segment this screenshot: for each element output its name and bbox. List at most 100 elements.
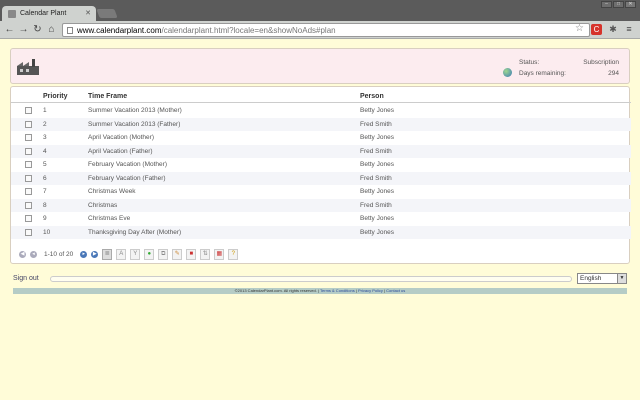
table-row[interactable]: 3 April Vacation (Mother) Betty Jones <box>11 131 631 145</box>
column-person[interactable]: Person <box>360 93 560 100</box>
new-tab-button[interactable] <box>96 9 118 18</box>
time-frame-cell: April Vacation (Father) <box>88 147 153 155</box>
next-page-icon[interactable]: ▸ <box>80 250 88 258</box>
privacy-link[interactable]: Privacy Policy <box>358 288 383 293</box>
person-cell: Betty Jones <box>360 215 394 223</box>
reload-icon[interactable]: ↻ <box>32 24 43 35</box>
days-remaining-value: 294 <box>608 70 619 77</box>
column-time-frame[interactable]: Time Frame <box>88 93 360 100</box>
table-row[interactable]: 9 Christmas Eve Betty Jones <box>11 212 631 226</box>
edit-icon[interactable]: ✎ <box>172 248 183 260</box>
row-checkbox[interactable] <box>25 201 32 209</box>
table-row[interactable]: 1 Summer Vacation 2013 (Mother) Betty Jone… <box>11 104 631 118</box>
time-frame-cell: Christmas <box>88 201 118 209</box>
person-cell: Fred Smith <box>360 201 392 209</box>
copyright-text: ©2013 CalendarPlant.com. All rights rese… <box>234 288 317 293</box>
header-panel: Status: Subscription Days remaining: 294 <box>10 48 630 84</box>
column-priority[interactable]: Priority <box>43 93 88 100</box>
close-window-button[interactable]: ✕ <box>625 1 636 8</box>
person-cell: Betty Jones <box>360 134 394 142</box>
table-row[interactable]: 5 February Vacation (Mother) Betty Jones <box>11 158 631 172</box>
extension-puzzle-icon[interactable]: ✱ <box>608 24 618 35</box>
row-checkbox[interactable] <box>25 120 32 128</box>
contact-link[interactable]: Contact us <box>386 288 405 293</box>
priority-cell: 10 <box>43 228 51 236</box>
table-row[interactable]: 2 Summer Vacation 2013 (Father) Fred Smith <box>11 117 631 131</box>
calendar-icon[interactable]: ▦ <box>214 248 225 260</box>
time-frame-cell: Summer Vacation 2013 (Father) <box>88 120 181 128</box>
add-icon[interactable]: ● <box>144 248 155 260</box>
priority-cell: 5 <box>43 161 47 169</box>
prev-page-icon[interactable]: ◂ <box>30 250 37 258</box>
back-icon[interactable]: ← <box>4 24 15 35</box>
extension-icon[interactable]: C <box>591 24 602 35</box>
pager: ◀ ◂ 1-10 of 20 ▸ ▶ ≣ A Y ● ⧉ ✎ ■ ⇅ ▦ ? <box>11 247 631 261</box>
person-cell: Fred Smith <box>360 174 392 182</box>
table-row[interactable]: 8 Christmas Fred Smith <box>11 198 631 212</box>
table-row[interactable]: 4 April Vacation (Father) Fred Smith <box>11 144 631 158</box>
row-checkbox[interactable] <box>25 174 32 182</box>
footer-bar: ©2013 CalendarPlant.com. All rights rese… <box>13 288 627 294</box>
forward-icon[interactable]: → <box>18 24 29 35</box>
delete-icon[interactable]: ■ <box>186 248 197 260</box>
globe-icon <box>503 68 512 77</box>
first-page-icon[interactable]: ◀ <box>19 250 26 258</box>
move-icon[interactable]: ⇅ <box>200 248 211 260</box>
row-checkbox[interactable] <box>25 107 32 115</box>
terms-link[interactable]: Terms & Conditions <box>320 288 355 293</box>
row-checkbox[interactable] <box>25 215 32 223</box>
factory-logo-icon <box>17 59 39 75</box>
status-label: Status: <box>519 59 540 66</box>
favicon-icon <box>8 9 16 18</box>
page-icon <box>67 27 73 34</box>
url-host: www.calendarplant.com <box>77 25 162 35</box>
help-icon[interactable]: ? <box>228 248 239 260</box>
language-select[interactable]: English ▼ <box>577 273 627 284</box>
priority-cell: 3 <box>43 134 47 142</box>
window-controls: – □ ✕ <box>601 1 636 8</box>
time-frame-cell: Summer Vacation 2013 (Mother) <box>88 107 182 115</box>
tab-close-icon[interactable]: ✕ <box>85 9 91 17</box>
browser-toolbar: ← → ↻ ⌂ www.calendarplant.com/calendarpl… <box>0 21 640 39</box>
person-cell: Betty Jones <box>360 188 394 196</box>
row-checkbox[interactable] <box>25 228 32 236</box>
language-value: English <box>580 275 602 282</box>
time-frame-cell: Thanksgiving Day After (Mother) <box>88 228 182 236</box>
sort-az-icon[interactable]: A <box>116 248 127 260</box>
tab-title: Calendar Plant <box>20 10 67 17</box>
priority-cell: 4 <box>43 147 47 155</box>
minimize-button[interactable]: – <box>601 1 612 8</box>
time-frame-cell: Christmas Week <box>88 188 136 196</box>
browser-titlebar: Calendar Plant ✕ – □ ✕ <box>0 0 640 21</box>
table-header: Priority Time Frame Person <box>11 91 631 103</box>
days-remaining-label: Days remaining: <box>519 70 566 77</box>
menu-icon[interactable]: ≡ <box>624 24 634 35</box>
table-row[interactable]: 10 Thanksgiving Day After (Mother) Betty J… <box>11 225 631 239</box>
chevron-down-icon: ▼ <box>617 274 626 283</box>
priority-cell: 2 <box>43 120 47 128</box>
horizontal-scrollbar[interactable] <box>50 276 572 282</box>
row-checkbox[interactable] <box>25 188 32 196</box>
row-checkbox[interactable] <box>25 161 32 169</box>
page-range-label: 1-10 of 20 <box>44 250 74 258</box>
row-checkbox[interactable] <box>25 134 32 142</box>
filter-icon[interactable]: Y <box>130 248 141 260</box>
home-icon[interactable]: ⌂ <box>46 24 57 35</box>
row-checkbox[interactable] <box>25 147 32 155</box>
person-cell: Fred Smith <box>360 120 392 128</box>
time-frame-cell: Christmas Eve <box>88 215 131 223</box>
status-value: Subscription <box>583 59 619 66</box>
time-frame-cell: February Vacation (Mother) <box>88 161 167 169</box>
priority-cell: 8 <box>43 201 47 209</box>
sign-out-link[interactable]: Sign out <box>13 275 39 282</box>
address-bar[interactable]: www.calendarplant.com/calendarplant.html… <box>62 23 590 37</box>
bookmark-star-icon[interactable]: ☆ <box>575 23 584 34</box>
table-row[interactable]: 6 February Vacation (Father) Fred Smith <box>11 171 631 185</box>
table-row[interactable]: 7 Christmas Week Betty Jones <box>11 185 631 199</box>
maximize-button[interactable]: □ <box>613 1 624 8</box>
time-frame-cell: February Vacation (Father) <box>88 174 166 182</box>
browser-tab[interactable]: Calendar Plant ✕ <box>2 6 96 21</box>
last-page-icon[interactable]: ▶ <box>91 250 99 258</box>
copy-icon[interactable]: ⧉ <box>158 248 169 260</box>
list-view-icon[interactable]: ≣ <box>102 248 113 260</box>
